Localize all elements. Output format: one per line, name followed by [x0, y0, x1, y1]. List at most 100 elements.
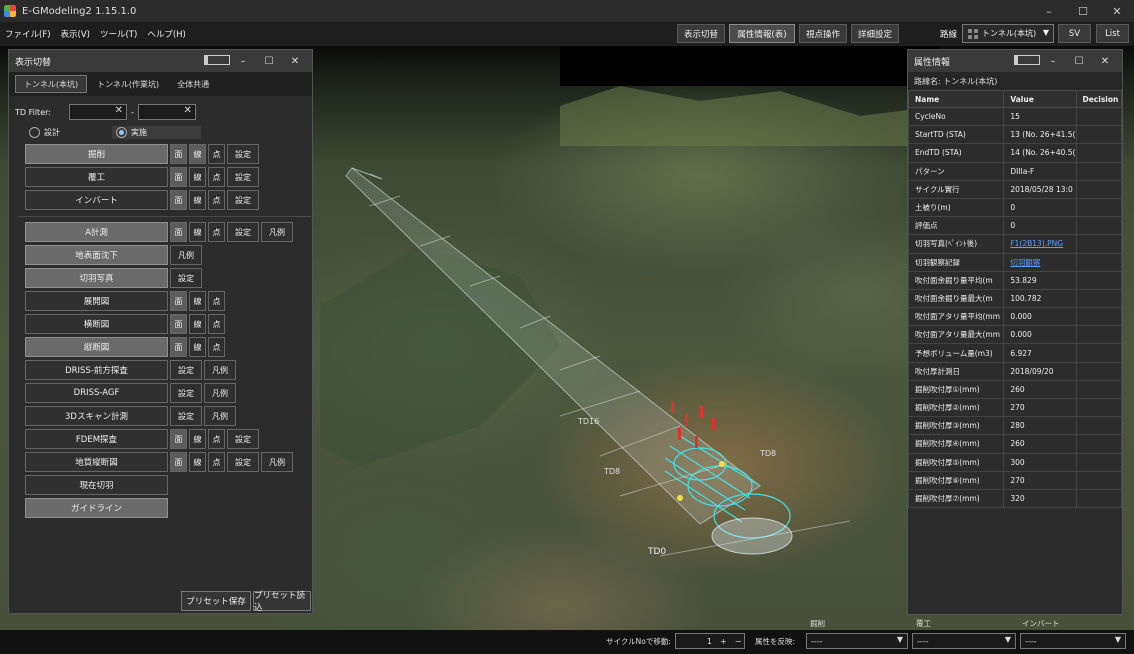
layer-option-button[interactable]: 点 — [208, 167, 225, 187]
detail-settings-button[interactable]: 詳細設定 — [851, 24, 899, 43]
layer-option-button[interactable]: 設定 — [170, 360, 202, 380]
layer-option-button[interactable]: 線 — [189, 167, 206, 187]
table-row[interactable]: 掘削吹付厚②(mm) 270 — [907, 397, 1122, 418]
pin-icon[interactable] — [204, 54, 230, 68]
table-row[interactable]: 吹付厚計測日 2018/09/20 — [907, 361, 1122, 381]
layer-option-button[interactable]: 設定 — [227, 190, 259, 210]
layer-option-button[interactable]: 線 — [189, 291, 206, 311]
layer-option-button[interactable]: 面 — [170, 291, 187, 311]
table-row[interactable]: CycleNo 15 — [907, 106, 1122, 127]
layer-option-button[interactable]: 設定 — [227, 144, 259, 164]
table-row[interactable]: サイクル實行 2018/05/28 13:0 — [907, 179, 1122, 199]
layer-option-button[interactable]: 点 — [208, 190, 225, 210]
layer-option-button[interactable]: 点 — [208, 314, 225, 334]
minimize-icon[interactable]: – — [1040, 56, 1066, 67]
table-row[interactable]: パターン DIIIa-F — [907, 161, 1122, 181]
table-row[interactable]: 掘削吹付厚④(mm) 260 — [907, 434, 1122, 454]
layer-option-button[interactable]: 面 — [170, 337, 187, 357]
layer-option-button[interactable]: 線 — [189, 190, 206, 210]
layer-option-button[interactable]: 面 — [170, 314, 187, 334]
table-row[interactable]: EndTD (STA) 14 (No. 26+40.5( — [907, 143, 1122, 163]
attribute-cell-value[interactable]: F1(2B13).PNG — [1003, 234, 1077, 254]
column-header-name[interactable]: Name — [907, 90, 1005, 108]
reflect-select-excavation[interactable]: ---- ▼ — [806, 633, 908, 649]
maximize-icon[interactable]: ☐ — [1066, 0, 1100, 22]
layer-option-button[interactable]: 線 — [189, 337, 206, 357]
layer-option-button[interactable]: 設定 — [227, 222, 259, 242]
layer-option-button[interactable]: 設定 — [170, 268, 202, 288]
td-filter-from-input[interactable]: ✕ — [69, 104, 127, 120]
column-header-value[interactable]: Value — [1003, 90, 1077, 108]
close-icon[interactable]: ✕ — [282, 56, 308, 67]
layer-toggle-button[interactable]: 覆工 — [25, 167, 168, 187]
pin-icon[interactable] — [1014, 54, 1040, 68]
table-row[interactable]: 切羽観察記録 切羽観察 — [907, 252, 1122, 272]
radio-design[interactable]: 設計 — [29, 126, 66, 139]
layer-option-button[interactable]: 凡例 — [204, 383, 236, 403]
layer-option-button[interactable]: 点 — [208, 291, 225, 311]
table-row[interactable]: 土被り(m) 0 — [907, 197, 1122, 218]
table-row[interactable]: 掘削吹付厚③(mm) 280 — [907, 416, 1122, 436]
clear-icon[interactable]: ✕ — [115, 105, 123, 116]
table-row[interactable]: StartTD (STA) 13 (No. 26+41.5( — [907, 125, 1122, 145]
layer-option-button[interactable]: 面 — [170, 452, 187, 472]
layer-toggle-button[interactable]: 横断図 — [25, 314, 168, 334]
maximize-icon[interactable]: ☐ — [1066, 56, 1092, 67]
table-row[interactable]: 吹付面余掘り量平均(m 53.829 — [907, 270, 1122, 290]
layer-toggle-button[interactable]: DRISS-前方探査 — [25, 360, 168, 380]
layer-option-button[interactable]: 面 — [170, 167, 187, 187]
layer-option-button[interactable]: 線 — [189, 144, 206, 164]
clear-icon[interactable]: ✕ — [184, 105, 192, 116]
layer-option-button[interactable]: 凡例 — [261, 222, 293, 242]
layer-option-button[interactable]: 線 — [189, 314, 206, 334]
layer-toggle-button[interactable]: DRISS-AGF — [25, 383, 168, 403]
layer-option-button[interactable]: 凡例 — [204, 406, 236, 426]
layer-option-button[interactable]: 設定 — [170, 406, 202, 426]
menu-help[interactable]: ヘルプ(H) — [142, 28, 191, 40]
table-row[interactable]: 予想ボリューム量(m3) 6.927 — [907, 343, 1122, 363]
layer-option-button[interactable]: 線 — [189, 222, 206, 242]
layer-toggle-button[interactable]: 展開図 — [25, 291, 168, 311]
layer-option-button[interactable]: 線 — [189, 452, 206, 472]
layer-toggle-button[interactable]: インバート — [25, 190, 168, 210]
layer-option-button[interactable]: 設定 — [227, 452, 259, 472]
display-switch-button[interactable]: 表示切替 — [677, 24, 725, 43]
tab-work-tunnel[interactable]: トンネル(作業坑) — [89, 75, 167, 93]
layer-option-button[interactable]: 点 — [208, 144, 225, 164]
table-row[interactable]: 掘削吹付厚⑦(mm) 320 — [907, 488, 1122, 509]
maximize-icon[interactable]: ☐ — [256, 56, 282, 67]
menu-tools[interactable]: ツール(T) — [95, 28, 142, 40]
route-select[interactable]: トンネル(本坑) ▼ — [962, 24, 1054, 43]
table-row[interactable]: 切羽写真(ﾍﾟｲﾝﾄ後) F1(2B13).PNG — [907, 234, 1122, 254]
preset-save-button[interactable]: プリセット保存 — [181, 591, 251, 611]
layer-option-button[interactable]: 点 — [208, 337, 225, 357]
tab-main-tunnel[interactable]: トンネル(本坑) — [15, 75, 88, 93]
table-row[interactable]: 吹付面アタリ量平均(mm 0.000 — [907, 307, 1122, 327]
menu-file[interactable]: ファイル(F) — [0, 28, 56, 40]
layer-option-button[interactable]: 点 — [208, 452, 225, 472]
layer-toggle-button[interactable]: 地表面沈下 — [25, 245, 168, 265]
layer-option-button[interactable]: 線 — [189, 429, 206, 449]
layer-toggle-button[interactable]: 切羽写真 — [25, 268, 168, 288]
layer-toggle-button[interactable]: FDEM探査 — [25, 429, 168, 449]
layer-option-button[interactable]: 面 — [170, 190, 187, 210]
table-row[interactable]: 評価点 0 — [907, 216, 1122, 236]
layer-option-button[interactable]: 設定 — [170, 383, 202, 403]
layer-option-button[interactable]: 面 — [170, 144, 187, 164]
viewpoint-button[interactable]: 視点操作 — [799, 24, 847, 43]
column-header-decision[interactable]: Decision — [1075, 90, 1122, 108]
layer-toggle-button[interactable]: 縦断図 — [25, 337, 168, 357]
menu-view[interactable]: 表示(V) — [56, 28, 95, 40]
layer-toggle-button[interactable]: 地質縦断図 — [25, 452, 168, 472]
layer-option-button[interactable]: 面 — [170, 222, 187, 242]
table-row[interactable]: 掘削吹付厚⑤(mm) 300 — [907, 452, 1122, 472]
table-row[interactable]: 掘削吹付厚①(mm) 260 — [907, 379, 1122, 400]
cycle-number-stepper[interactable]: 1 + − — [675, 633, 745, 649]
layer-toggle-button[interactable]: ガイドライン — [25, 498, 168, 518]
layer-option-button[interactable]: 凡例 — [204, 360, 236, 380]
list-button[interactable]: List — [1096, 24, 1129, 43]
attribute-cell-value[interactable]: 切羽観察 — [1003, 252, 1077, 272]
attribute-info-button[interactable]: 属性情報(表) — [729, 24, 795, 43]
layer-option-button[interactable]: 凡例 — [261, 452, 293, 472]
reflect-select-invert[interactable]: ---- ▼ — [1020, 633, 1126, 649]
